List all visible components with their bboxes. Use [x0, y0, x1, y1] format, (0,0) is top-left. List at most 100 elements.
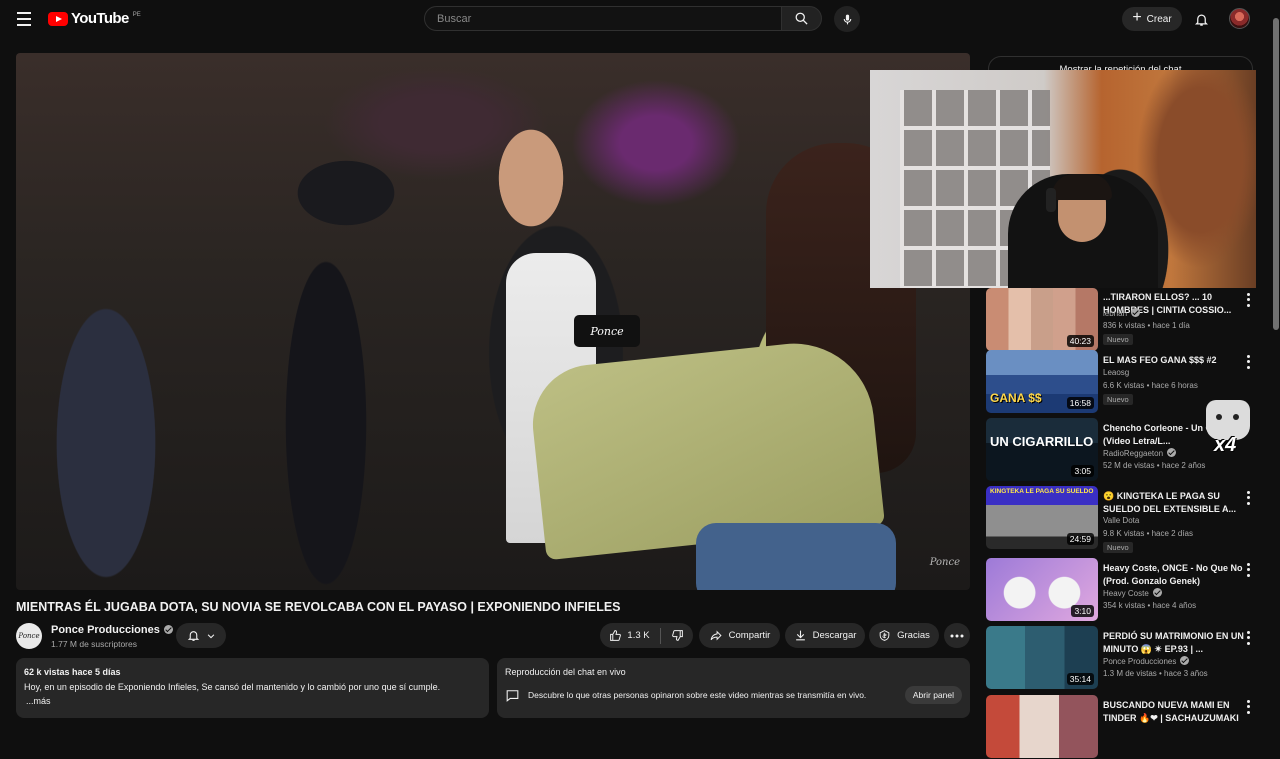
thumbnail-text: GANA $$: [990, 391, 1042, 405]
recommendation-thumbnail[interactable]: KINGTEKA LE PAGA SU SUELDO 24:59: [986, 486, 1098, 549]
more-vertical-icon[interactable]: [1244, 354, 1252, 370]
search-input[interactable]: [425, 7, 781, 30]
recommendation-channel-name: lebriah: [1103, 309, 1128, 318]
like-dislike-group: 1.3 K: [600, 623, 693, 648]
voice-search-button[interactable]: [834, 6, 860, 32]
recommendation-stats: 9.8 K vistas • hace 2 días: [1103, 529, 1193, 538]
more-vertical-icon[interactable]: [1244, 490, 1252, 506]
recommendation-channel-name: Ponce Producciones: [1103, 657, 1177, 666]
menu-icon[interactable]: [10, 6, 38, 32]
more-vertical-icon[interactable]: [1244, 562, 1252, 578]
video-frame-figure: [696, 523, 896, 590]
recommendation-thumbnail[interactable]: 3:10: [986, 558, 1098, 621]
more-vertical-icon[interactable]: [1244, 292, 1252, 308]
recommendation-thumbnail[interactable]: 40:23: [986, 288, 1098, 351]
channel-name-text: Ponce Producciones: [51, 624, 160, 636]
chat-replay-box: Reproducción del chat en vivo Descubre l…: [497, 658, 970, 718]
cat-sticker-text: x4: [1214, 434, 1237, 456]
recommendation-item[interactable]: BUSCANDO NUEVA MAMI EN TINDER 🔥❤ | SACHA…: [986, 695, 1266, 759]
new-badge: Nuevo: [1103, 334, 1133, 345]
search-icon: [795, 12, 808, 25]
chevron-down-icon: [207, 633, 214, 638]
search-button[interactable]: [781, 6, 822, 31]
youtube-logo[interactable]: YouTube PE: [48, 10, 141, 27]
microphone-prop: Ponce: [574, 315, 640, 347]
new-badge: Nuevo: [1103, 542, 1133, 553]
recommendation-thumbnail[interactable]: 35:14: [986, 626, 1098, 689]
youtube-play-icon: [48, 11, 68, 26]
recommendation-thumbnail[interactable]: [986, 695, 1098, 758]
recommendation-channel: Ponce Producciones: [1103, 656, 1190, 666]
thumbnail-text: UN CIGARRILLO: [990, 434, 1094, 449]
more-vertical-icon[interactable]: [1244, 630, 1252, 646]
video-duration: 16:58: [1066, 397, 1094, 409]
video-duration: 35:14: [1066, 673, 1094, 685]
account-avatar[interactable]: [1229, 8, 1250, 29]
description-text: Hoy, en un episodio de Exponiendo Infiel…: [24, 682, 441, 692]
recommendation-channel-name: RadioReggaeton: [1103, 449, 1164, 458]
verified-icon: [1152, 588, 1162, 597]
bell-icon: [187, 631, 199, 641]
webcam-streamer-hair: [1052, 174, 1112, 200]
create-button[interactable]: + Crear: [1122, 7, 1182, 31]
open-panel-button[interactable]: Abrir panel: [904, 686, 962, 704]
more-horizontal-icon: [950, 634, 964, 637]
recommendation-title[interactable]: 😮 KINGTEKA LE PAGA SU SUELDO DEL EXTENSI…: [1103, 490, 1246, 516]
recommendation-channel-name: Leaosg: [1103, 368, 1130, 377]
video-duration: 3:05: [1071, 465, 1094, 477]
recommendation-item[interactable]: 35:14 PERDIÓ SU MATRIMONIO EN UN MINUTO …: [986, 626, 1266, 690]
video-duration: 3:10: [1071, 605, 1094, 617]
more-actions-button[interactable]: [944, 623, 970, 648]
recommendation-item[interactable]: KINGTEKA LE PAGA SU SUELDO 24:59 😮 KINGT…: [986, 486, 1266, 553]
download-button[interactable]: Descargar: [785, 623, 865, 648]
recommendation-title[interactable]: EL MAS FEO GANA $$$ #2: [1103, 354, 1246, 367]
recommendation-title[interactable]: PERDIÓ SU MATRIMONIO EN UN MINUTO 😱 ✴ EP…: [1103, 630, 1246, 656]
more-vertical-icon[interactable]: [1244, 699, 1252, 715]
thumbs-up-icon: [610, 630, 622, 641]
dislike-button[interactable]: [671, 629, 684, 642]
channel-avatar[interactable]: Ponce: [16, 623, 42, 649]
description-box[interactable]: 62 k vistas hace 5 días Hoy, en un episo…: [16, 658, 489, 718]
recommendation-item[interactable]: 40:23 ...TIRARON ELLOS? ... 10 HOMBRES |…: [986, 288, 1266, 352]
view-count-date: 62 k vistas hace 5 días: [24, 667, 121, 677]
like-count: 1.3 K: [627, 630, 650, 641]
recommendation-stats: 836 k vistas • hace 1 día: [1103, 321, 1190, 330]
recommendation-channel: RadioReggaeton: [1103, 448, 1177, 458]
recommendation-thumbnail[interactable]: GANA $$ 16:58: [986, 350, 1098, 413]
new-badge: Nuevo: [1103, 394, 1133, 405]
recommendation-stats: 354 k vistas • hace 4 años: [1103, 601, 1197, 610]
recommendation-channel: Heavy Coste: [1103, 588, 1162, 598]
top-bar: YouTube PE + Crear: [0, 0, 1280, 38]
thanks-button[interactable]: Gracias: [869, 623, 939, 648]
notification-bell-button[interactable]: [176, 623, 226, 648]
cat-eye: [1216, 414, 1222, 420]
chat-replay-text: Descubre lo que otras personas opinaron …: [528, 690, 867, 700]
logo-region: PE: [132, 11, 141, 18]
headset-icon: [1046, 188, 1056, 212]
video-duration: 24:59: [1066, 533, 1094, 545]
recommendation-channel-name: Heavy Coste: [1103, 589, 1149, 598]
logo-text: YouTube: [71, 10, 129, 27]
recommendation-thumbnail[interactable]: UN CIGARRILLO 3:05: [986, 418, 1098, 481]
microphone-icon: [843, 14, 851, 24]
share-button[interactable]: Compartir: [699, 623, 780, 648]
thumbnail-text: KINGTEKA LE PAGA SU SUELDO: [990, 488, 1094, 495]
notifications-button[interactable]: [1190, 8, 1212, 30]
show-more-link[interactable]: ...más: [26, 696, 481, 706]
bell-icon: [1194, 14, 1208, 26]
recommendation-item[interactable]: 3:10 Heavy Coste, ONCE - No Que No (Prod…: [986, 558, 1266, 622]
recommendation-channel: Valle Dota: [1103, 516, 1139, 525]
page-scrollbar[interactable]: [1272, 0, 1280, 720]
channel-name[interactable]: Ponce Producciones: [51, 624, 173, 636]
recommendation-title[interactable]: BUSCANDO NUEVA MAMI EN TINDER 🔥❤ | SACHA…: [1103, 699, 1246, 725]
divider: [659, 627, 661, 644]
recommendation-title[interactable]: Heavy Coste, ONCE - No Que No (Prod. Gon…: [1103, 562, 1246, 588]
video-player[interactable]: Ponce Ponce: [16, 53, 970, 590]
create-label: Crear: [1146, 13, 1172, 25]
recommendation-channel: lebriah: [1103, 308, 1141, 318]
like-button[interactable]: 1.3 K: [609, 629, 650, 642]
video-title: MIENTRAS ÉL JUGABA DOTA, SU NOVIA SE REV…: [16, 600, 621, 614]
thumbs-down-icon: [671, 630, 683, 641]
recommendation-stats: 6.6 K vistas • hace 6 horas: [1103, 381, 1198, 390]
scrollbar-thumb[interactable]: [1273, 18, 1279, 330]
